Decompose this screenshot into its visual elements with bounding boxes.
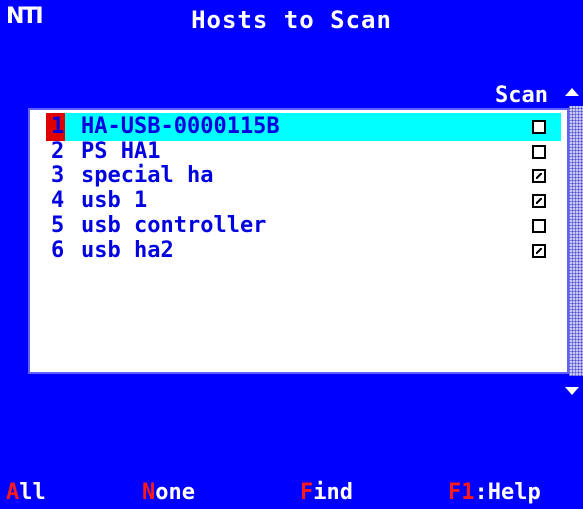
all-hotkey: A — [6, 480, 20, 505]
find-key[interactable]: Find — [300, 480, 353, 505]
find-hotkey: F — [300, 480, 314, 505]
scan-checkbox[interactable] — [532, 243, 546, 258]
scrollbar[interactable] — [569, 106, 583, 376]
none-label: one — [155, 480, 195, 505]
find-label: ind — [313, 480, 353, 505]
help-label: :Help — [474, 480, 541, 505]
none-hotkey: N — [142, 480, 156, 505]
scan-checkbox[interactable] — [532, 144, 546, 159]
scan-checkbox[interactable] — [532, 218, 546, 233]
help-key[interactable]: F1:Help — [448, 480, 541, 505]
host-name: usb ha2 — [81, 237, 174, 263]
all-label: ll — [19, 480, 46, 505]
host-row[interactable]: 6 usb ha2 — [42, 237, 561, 265]
help-hotkey: F1 — [448, 480, 475, 505]
scan-checkbox[interactable] — [532, 120, 546, 134]
scroll-down-arrow-icon[interactable] — [562, 384, 583, 398]
scan-checkbox[interactable] — [532, 194, 546, 209]
none-key[interactable]: None — [142, 480, 195, 505]
page-title: Hosts to Scan — [191, 6, 392, 34]
scroll-up-arrow-icon[interactable] — [562, 83, 583, 99]
host-number: 6 — [51, 237, 65, 263]
footer-key-bar: All None Find F1:Help — [0, 480, 583, 508]
scan-checkbox[interactable] — [532, 169, 546, 184]
scan-column-header: Scan — [495, 83, 548, 108]
all-key[interactable]: All — [6, 480, 46, 505]
